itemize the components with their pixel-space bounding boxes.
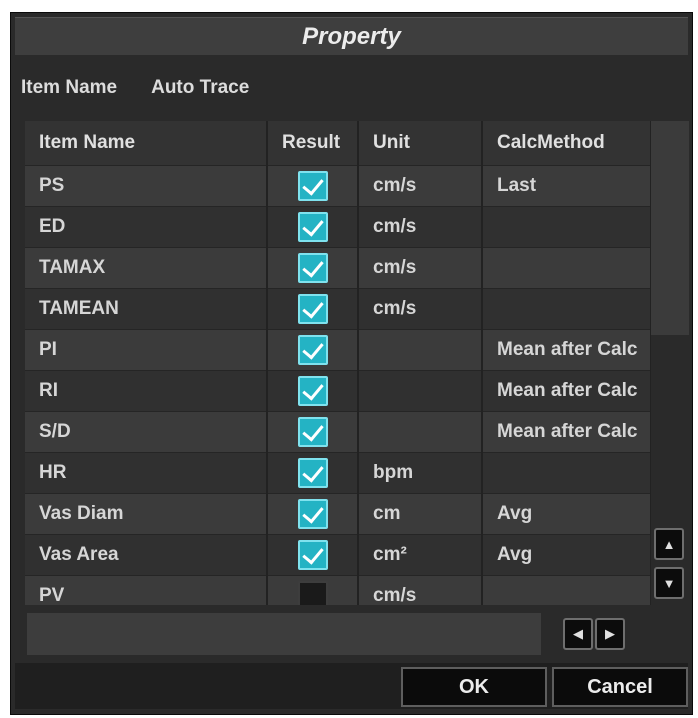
cancel-button[interactable]: Cancel [552, 667, 688, 707]
table-header-row: Item Name Result Unit CalcMethod [25, 121, 651, 166]
cell-item-name: Vas Area [25, 534, 268, 576]
dialog-title-bar: Property [15, 17, 688, 55]
ok-button[interactable]: OK [401, 667, 547, 707]
table-row[interactable]: Vas Area cm² Avg [25, 534, 651, 576]
cell-calc-method[interactable]: Avg [482, 534, 651, 576]
cell-unit: cm [358, 493, 483, 535]
cell-unit: bpm [358, 452, 483, 494]
table-row[interactable]: PV cm/s [25, 575, 651, 605]
scroll-up-button[interactable]: ▲ [654, 528, 684, 560]
up-arrow-icon: ▲ [662, 536, 676, 552]
cell-calc-method[interactable]: Last [482, 165, 651, 207]
cell-result [267, 493, 359, 535]
item-name-row: Item Name Auto Trace [21, 75, 249, 101]
cell-result [267, 370, 359, 412]
cell-calc-method[interactable]: Mean after Calc [482, 329, 651, 371]
cell-unit [358, 329, 483, 371]
vertical-scrollbar-thumb[interactable] [651, 121, 689, 335]
result-checkbox[interactable] [297, 375, 328, 406]
property-dialog: Property Item Name Auto Trace Item Name … [10, 12, 693, 715]
cell-calc-method[interactable] [482, 288, 651, 330]
cell-unit: cm/s [358, 206, 483, 248]
table-row[interactable]: S/D Mean after Calc [25, 411, 651, 453]
result-checkbox[interactable] [297, 580, 328, 605]
result-checkbox[interactable] [297, 539, 328, 570]
column-header-result[interactable]: Result [267, 121, 359, 166]
scroll-down-button[interactable]: ▼ [654, 567, 684, 599]
cell-unit: cm/s [358, 575, 483, 605]
page-right-button[interactable]: ▶ [595, 618, 625, 650]
item-name-label: Item Name [21, 77, 118, 98]
cell-result [267, 452, 359, 494]
cell-item-name: S/D [25, 411, 268, 453]
result-checkbox[interactable] [297, 170, 328, 201]
cell-result [267, 288, 359, 330]
cell-result [267, 575, 359, 605]
result-checkbox[interactable] [297, 498, 328, 529]
table-row[interactable]: HR bpm [25, 452, 651, 494]
result-checkbox[interactable] [297, 211, 328, 242]
column-header-calc-method[interactable]: CalcMethod [482, 121, 651, 166]
cell-item-name: Vas Diam [25, 493, 268, 535]
cell-item-name: HR [25, 452, 268, 494]
table-row[interactable]: PS cm/s Last [25, 165, 651, 207]
result-checkbox[interactable] [297, 334, 328, 365]
cell-item-name: PI [25, 329, 268, 371]
cell-result [267, 206, 359, 248]
right-arrow-icon: ▶ [605, 626, 615, 641]
cell-calc-method[interactable]: Avg [482, 493, 651, 535]
cell-item-name: TAMAX [25, 247, 268, 289]
cell-calc-method[interactable] [482, 206, 651, 248]
cell-calc-method[interactable]: Mean after Calc [482, 411, 651, 453]
cell-item-name: PV [25, 575, 268, 605]
dialog-title: Property [302, 22, 401, 50]
item-name-value: Auto Trace [151, 77, 250, 98]
cell-calc-method[interactable] [482, 575, 651, 605]
cell-calc-method[interactable]: Mean after Calc [482, 370, 651, 412]
cell-result [267, 329, 359, 371]
cell-calc-method[interactable] [482, 247, 651, 289]
property-table: Item Name Result Unit CalcMethod PS cm/s L… [25, 121, 651, 605]
cell-item-name: RI [25, 370, 268, 412]
left-arrow-icon: ◀ [573, 626, 583, 641]
cell-unit: cm² [358, 534, 483, 576]
cell-item-name: PS [25, 165, 268, 207]
cell-unit: cm/s [358, 288, 483, 330]
cell-calc-method[interactable] [482, 452, 651, 494]
result-checkbox[interactable] [297, 293, 328, 324]
result-checkbox[interactable] [297, 457, 328, 488]
cell-result [267, 411, 359, 453]
page-left-button[interactable]: ◀ [563, 618, 593, 650]
column-header-unit[interactable]: Unit [358, 121, 483, 166]
table-row[interactable]: TAMAX cm/s [25, 247, 651, 289]
down-arrow-icon: ▼ [662, 575, 676, 591]
column-header-item-name[interactable]: Item Name [25, 121, 268, 166]
table-row[interactable]: Vas Diam cm Avg [25, 493, 651, 535]
cell-unit [358, 370, 483, 412]
result-checkbox[interactable] [297, 252, 328, 283]
table-row[interactable]: ED cm/s [25, 206, 651, 248]
cell-item-name: ED [25, 206, 268, 248]
table-row[interactable]: RI Mean after Calc [25, 370, 651, 412]
cell-result [267, 165, 359, 207]
table-row[interactable]: PI Mean after Calc [25, 329, 651, 371]
cell-unit [358, 411, 483, 453]
cell-result [267, 247, 359, 289]
status-field [27, 613, 541, 655]
cell-item-name: TAMEAN [25, 288, 268, 330]
property-table-container: Item Name Result Unit CalcMethod PS cm/s L… [25, 121, 651, 605]
cell-unit: cm/s [358, 247, 483, 289]
result-checkbox[interactable] [297, 416, 328, 447]
table-row[interactable]: TAMEAN cm/s [25, 288, 651, 330]
cell-unit: cm/s [358, 165, 483, 207]
cell-result [267, 534, 359, 576]
